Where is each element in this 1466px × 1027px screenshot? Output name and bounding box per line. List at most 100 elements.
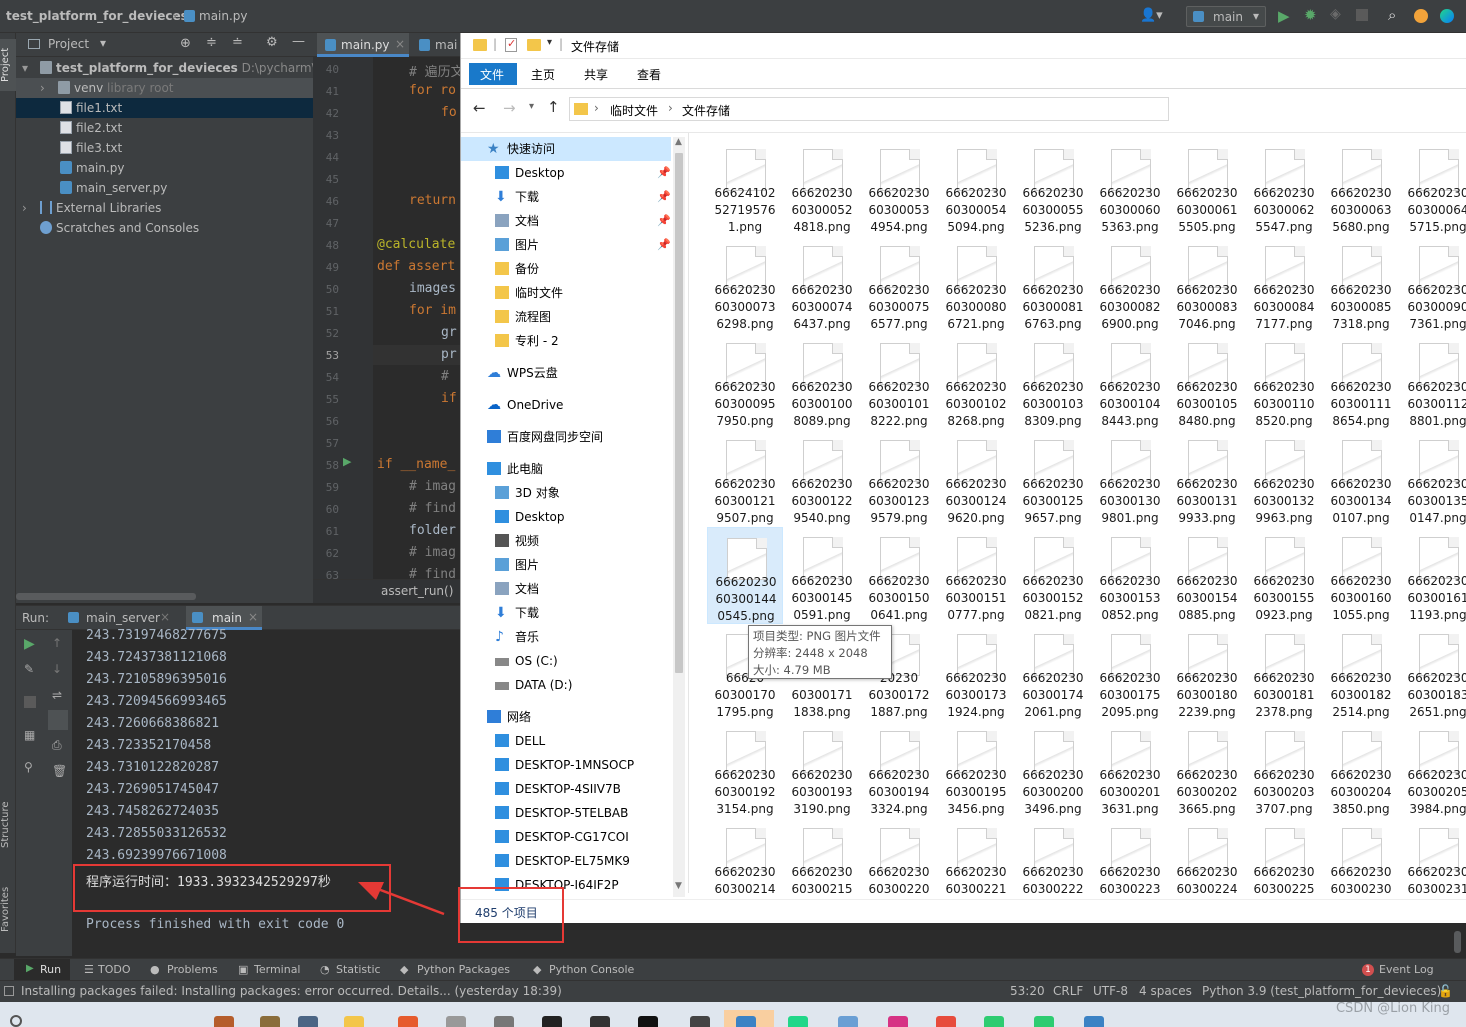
nav-item[interactable]: ⬇ 下载: [461, 601, 671, 625]
file-thumbnail[interactable]: 66620230 60300075 6577.png: [861, 236, 937, 333]
nav-item[interactable]: DESKTOP-1MNSOCP: [461, 753, 671, 777]
collapse-all-icon[interactable]: ≐: [232, 35, 243, 50]
search-icon[interactable]: ⌕: [1388, 6, 1396, 24]
pin-icon[interactable]: 📌: [657, 233, 671, 257]
file-thumbnail[interactable]: 66620230 60300194 3324.png: [861, 721, 937, 818]
close-icon[interactable]: ×: [395, 37, 405, 51]
nav-item[interactable]: 临时文件: [461, 281, 671, 305]
close-icon[interactable]: ×: [160, 610, 170, 624]
structure-tool-button[interactable]: Structure: [0, 795, 16, 855]
file-thumbnail[interactable]: 66620230 60300055 5236.png: [1015, 139, 1091, 236]
tree-row[interactable]: › External Libraries: [16, 198, 313, 218]
file-thumbnail[interactable]: 66620230 60300225: [1246, 818, 1322, 893]
file-thumbnail[interactable]: 66620230 60300085 7318.png: [1323, 236, 1399, 333]
app-icon[interactable]: [1034, 1016, 1054, 1027]
run-tool-tab[interactable]: ▶ Run: [14, 959, 70, 981]
nav-item[interactable]: DESKTOP-4SIIV7B: [461, 777, 671, 801]
chevron-down-icon[interactable]: ▾: [100, 36, 106, 50]
file-thumbnail[interactable]: 66620230 60300220: [861, 818, 937, 893]
nav-item[interactable]: 网络: [461, 705, 671, 729]
nav-item[interactable]: 备份: [461, 257, 671, 281]
file-thumbnail[interactable]: 66620230 60300155 0923.png: [1246, 527, 1322, 624]
run-icon[interactable]: ▶: [1278, 7, 1290, 25]
file-thumbnail[interactable]: 66620230 60300121 9507.png: [707, 430, 783, 527]
ribbon-tab-view[interactable]: 查看: [637, 66, 661, 83]
tree-row[interactable]: file3.txt: [16, 138, 313, 158]
ribbon-tab-share[interactable]: 共享: [584, 66, 608, 83]
file-thumbnail[interactable]: 66620230 60300193 3190.png: [784, 721, 860, 818]
editor-tab-second[interactable]: mai: [413, 33, 460, 57]
nav-item[interactable]: 图片: [461, 553, 671, 577]
file-thumbnail[interactable]: 66620230 60300205 3984.png: [1400, 721, 1466, 818]
nav-item[interactable]: ☁ WPS云盘: [461, 361, 671, 385]
file-thumbnail[interactable]: 66620230 60300081 6763.png: [1015, 236, 1091, 333]
file-thumbnail[interactable]: 66620230 60300160 1055.png: [1323, 527, 1399, 624]
file-thumbnail[interactable]: 66620230 60300214: [707, 818, 783, 893]
app-icon[interactable]: [1084, 1016, 1104, 1027]
search-icon[interactable]: [10, 1015, 22, 1027]
line-separator[interactable]: CRLF: [1053, 984, 1083, 998]
tree-row[interactable]: file1.txt: [16, 98, 313, 118]
nav-item[interactable]: ★ 快速访问: [461, 137, 671, 161]
python-console-tool-tab[interactable]: Python Console: [549, 963, 634, 976]
favorites-tool-button[interactable]: Favorites: [0, 879, 16, 939]
file-thumbnail[interactable]: 66620230 60300061 5505.png: [1169, 139, 1245, 236]
file-thumbnail[interactable]: 66620230 60300062 5547.png: [1246, 139, 1322, 236]
file-thumbnail[interactable]: 66620230 60300105 8480.png: [1169, 333, 1245, 430]
app-icon[interactable]: [736, 1016, 756, 1027]
file-thumbnail[interactable]: 66620230 60300152 0821.png: [1015, 527, 1091, 624]
file-thumbnail[interactable]: 66620230 60300215: [784, 818, 860, 893]
tree-row[interactable]: file2.txt: [16, 118, 313, 138]
file-thumbnail[interactable]: 66620230 60300053 4954.png: [861, 139, 937, 236]
file-thumbnail[interactable]: 66620230 60300052 4818.png: [784, 139, 860, 236]
run-config-select[interactable]: main ▾: [1186, 6, 1266, 27]
tree-row[interactable]: Scratches and Consoles: [16, 218, 313, 238]
folder-app-icon[interactable]: [344, 1016, 364, 1027]
file-thumbnail[interactable]: 66620230 60300231: [1400, 818, 1466, 893]
quick-access-dropdown-icon[interactable]: ▾: [547, 37, 552, 48]
cursor-position[interactable]: 53:20: [1010, 984, 1045, 998]
pycharm-app-icon[interactable]: [788, 1016, 808, 1027]
terminal-tool-tab[interactable]: Terminal: [254, 963, 301, 976]
function-breadcrumb[interactable]: assert_run(): [381, 584, 453, 598]
file-crumb[interactable]: main.py: [199, 9, 248, 23]
app-icon[interactable]: [984, 1016, 1004, 1027]
scroll-up-icon[interactable]: ▲: [675, 137, 682, 147]
nav-item[interactable]: 文档: [461, 577, 671, 601]
address-bar[interactable]: › 临时文件 › 文件存储: [569, 97, 1169, 121]
nav-item[interactable]: 流程图: [461, 305, 671, 329]
file-thumbnail[interactable]: 66620230 60300145 0591.png: [784, 527, 860, 624]
nav-item[interactable]: 专利 - 2: [461, 329, 671, 353]
file-thumbnail[interactable]: 66620230 60300173 1924.png: [938, 624, 1014, 721]
coverage-icon[interactable]: ◈: [1330, 6, 1341, 22]
file-thumbnail[interactable]: 66620230 60300102 8268.png: [938, 333, 1014, 430]
interpreter[interactable]: Python 3.9 (test_platform_for_devieces): [1202, 984, 1441, 998]
file-thumbnail[interactable]: 66620230 60300064 5715.png: [1400, 139, 1466, 236]
nav-item[interactable]: Desktop 📌: [461, 161, 671, 185]
file-thumbnail[interactable]: 66620230 60300161 1193.png: [1400, 527, 1466, 624]
file-thumbnail[interactable]: 66620230 60300221: [938, 818, 1014, 893]
vertical-scrollbar[interactable]: [1454, 931, 1461, 953]
ribbon-tab-home[interactable]: 主页: [531, 66, 555, 83]
file-thumbnail[interactable]: 66620230 60300174 2061.png: [1015, 624, 1091, 721]
file-thumbnail[interactable]: 66620230 60300063 5680.png: [1323, 139, 1399, 236]
app-icon[interactable]: [590, 1016, 610, 1027]
indent-setting[interactable]: 4 spaces: [1139, 984, 1192, 998]
nav-item[interactable]: DESKTOP-5TELBAB: [461, 801, 671, 825]
tree-row[interactable]: main.py: [16, 158, 313, 178]
path-segment[interactable]: 文件存储: [682, 102, 730, 119]
file-thumbnail[interactable]: 66620230 60300151 0777.png: [938, 527, 1014, 624]
file-thumbnail[interactable]: 66620230 60300222: [1015, 818, 1091, 893]
file-thumbnail[interactable]: 66620230 60300054 5094.png: [938, 139, 1014, 236]
nav-item[interactable]: 视频: [461, 529, 671, 553]
file-thumbnail[interactable]: 66620230 60300060 5363.png: [1092, 139, 1168, 236]
project-crumb[interactable]: test_platform_for_devieces: [6, 9, 188, 23]
expand-all-icon[interactable]: ≑: [206, 35, 217, 50]
app-icon[interactable]: [936, 1016, 956, 1027]
ide-app-icon[interactable]: [638, 1016, 658, 1027]
horizontal-scrollbar[interactable]: [16, 593, 196, 600]
locate-icon[interactable]: ⊕: [180, 36, 191, 51]
run-tab-main[interactable]: main ×: [186, 606, 262, 630]
file-thumbnail[interactable]: 66620230 60300083 7046.png: [1169, 236, 1245, 333]
file-thumbnail[interactable]: 66620230 60300202 3665.png: [1169, 721, 1245, 818]
